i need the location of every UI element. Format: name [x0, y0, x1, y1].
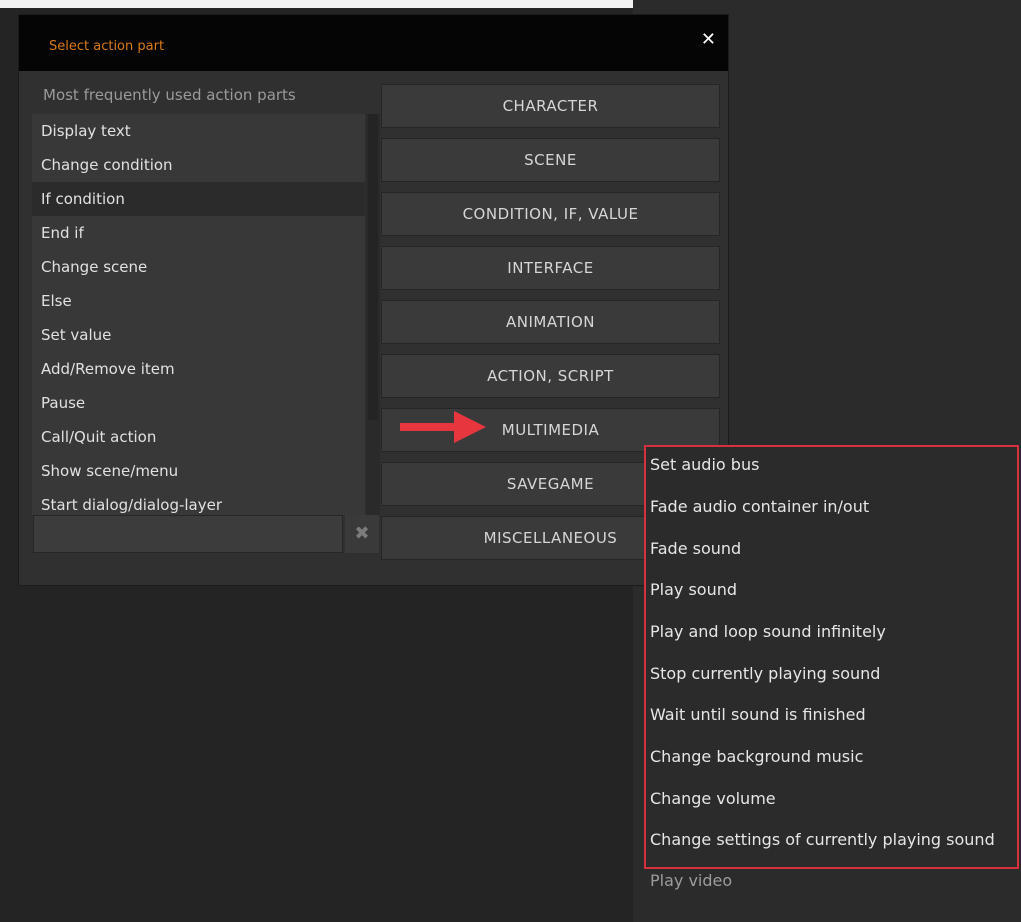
list-heading: Most frequently used action parts	[43, 86, 296, 104]
submenu-item[interactable]: Change background music	[650, 747, 863, 766]
category-button-condition[interactable]: CONDITION, IF, VALUE	[381, 192, 720, 236]
close-icon[interactable]: ✕	[701, 29, 716, 50]
search-input[interactable]	[34, 516, 342, 552]
list-scrollbar[interactable]	[366, 114, 380, 515]
submenu-item[interactable]: Set audio bus	[650, 455, 759, 474]
category-button-animation[interactable]: ANIMATION	[381, 300, 720, 344]
dialog-title: Select action part	[49, 39, 165, 54]
list-item[interactable]: Change scene	[32, 250, 365, 284]
list-item[interactable]: Else	[32, 284, 365, 318]
scrollbar-thumb[interactable]	[368, 114, 378, 420]
category-button-interface[interactable]: INTERFACE	[381, 246, 720, 290]
submenu-item[interactable]: Fade audio container in/out	[650, 497, 869, 516]
action-part-list: Display text Change condition If conditi…	[32, 114, 365, 515]
list-item-selected[interactable]: If condition	[32, 182, 365, 216]
clear-icon[interactable]: ✖	[345, 515, 379, 553]
submenu-item[interactable]: Change settings of currently playing sou…	[650, 830, 995, 849]
submenu-item[interactable]: Stop currently playing sound	[650, 664, 880, 683]
category-button-character[interactable]: CHARACTER	[381, 84, 720, 128]
red-arrow-icon	[400, 411, 486, 443]
dialog-titlebar: Select action part ✕	[19, 15, 728, 71]
submenu-item-play-video[interactable]: Play video	[650, 871, 732, 890]
submenu-item[interactable]: Play and loop sound infinitely	[650, 622, 886, 641]
search-field[interactable]	[33, 515, 343, 553]
category-button-action-script[interactable]: ACTION, SCRIPT	[381, 354, 720, 398]
select-action-part-dialog: Select action part ✕ Most frequently use…	[18, 14, 729, 586]
list-item[interactable]: Show scene/menu	[32, 454, 365, 488]
category-button-scene[interactable]: SCENE	[381, 138, 720, 182]
multimedia-submenu: Set audio bus Fade audio container in/ou…	[644, 445, 1019, 869]
list-item[interactable]: Add/Remove item	[32, 352, 365, 386]
submenu-item[interactable]: Play sound	[650, 580, 737, 599]
list-item[interactable]: Call/Quit action	[32, 420, 365, 454]
list-item[interactable]: Change condition	[32, 148, 365, 182]
submenu-item[interactable]: Fade sound	[650, 539, 741, 558]
list-item[interactable]: End if	[32, 216, 365, 250]
submenu-item[interactable]: Change volume	[650, 789, 776, 808]
top-strip	[0, 0, 633, 8]
submenu-item[interactable]: Wait until sound is finished	[650, 705, 866, 724]
list-item[interactable]: Start dialog/dialog-layer	[32, 488, 365, 515]
list-item[interactable]: Pause	[32, 386, 365, 420]
list-item[interactable]: Set value	[32, 318, 365, 352]
list-item[interactable]: Display text	[32, 114, 365, 148]
